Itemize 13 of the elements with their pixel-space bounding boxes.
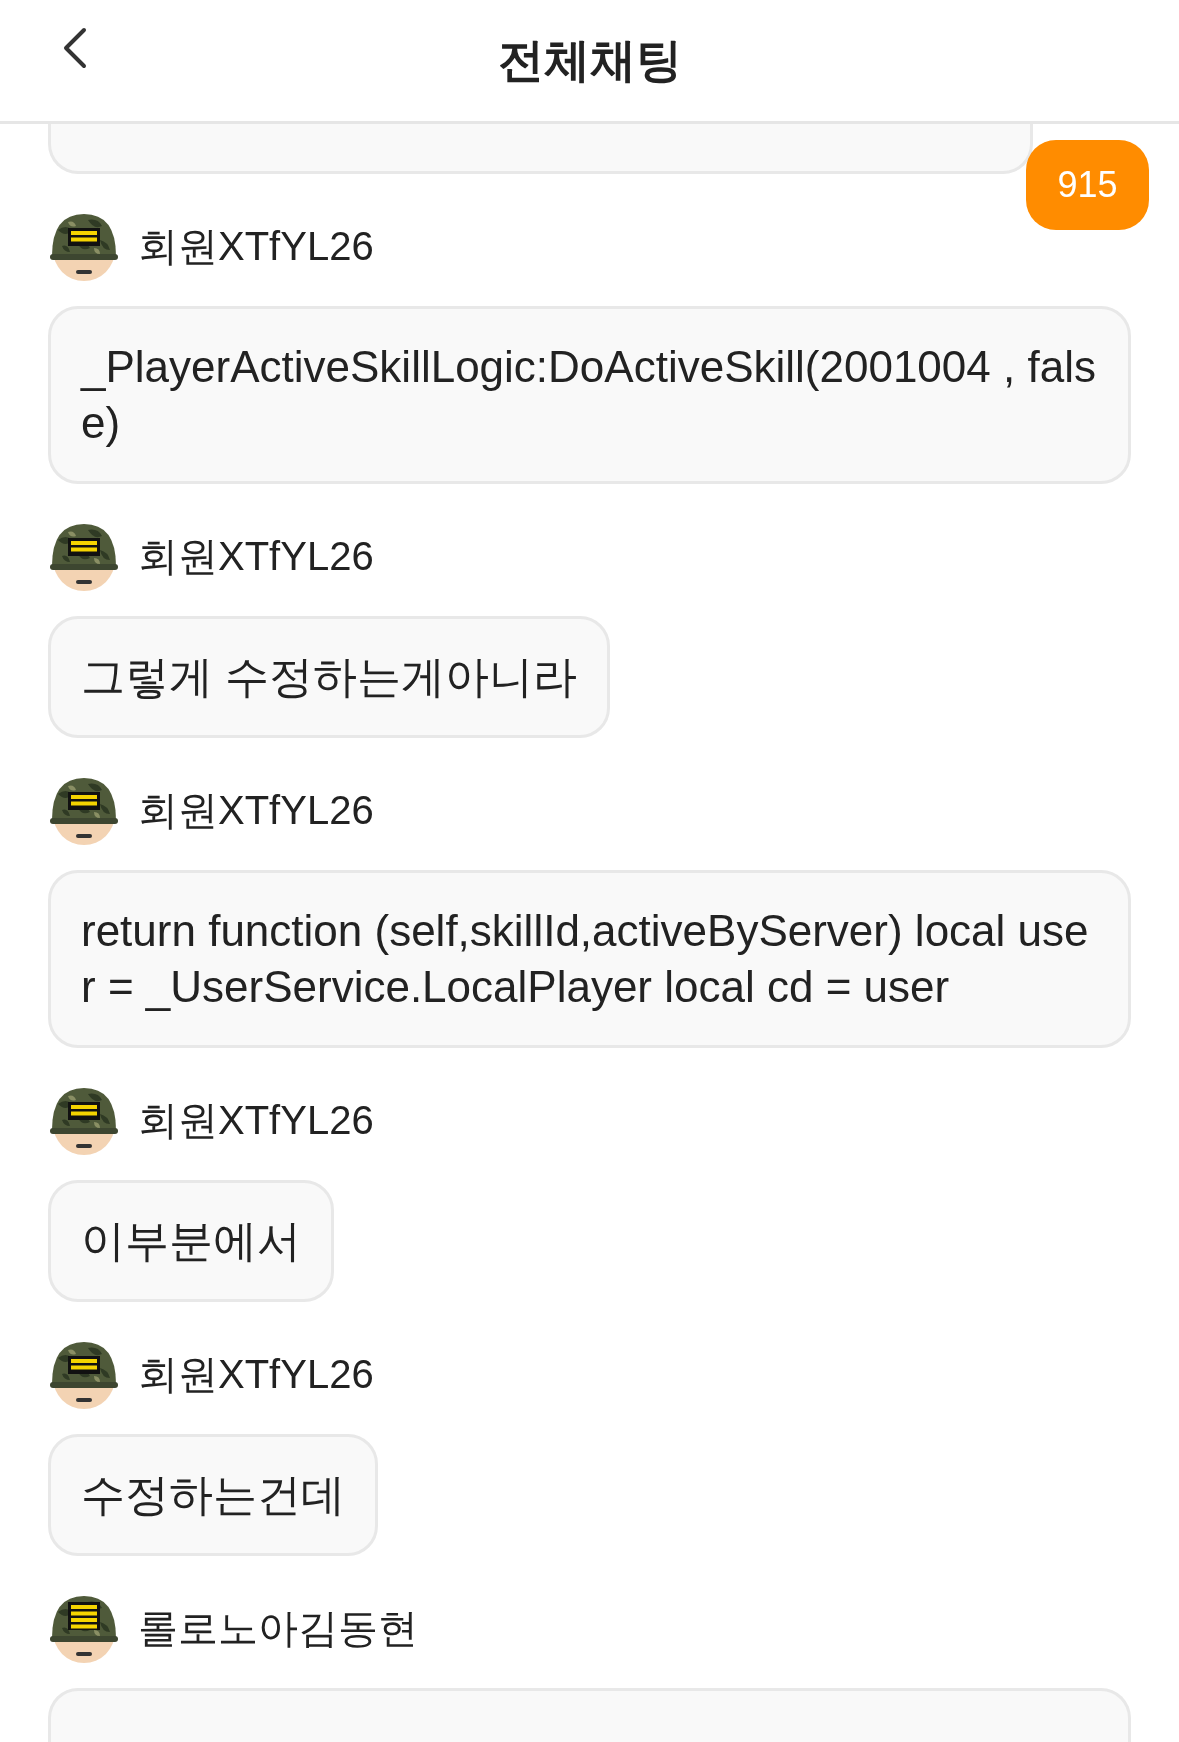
author-name: 회원XTfYL26: [138, 1350, 374, 1398]
author-name: 회원XTfYL26: [138, 786, 374, 834]
author-name: 롤로노아김동현: [138, 1604, 418, 1652]
author-name: 회원XTfYL26: [138, 532, 374, 580]
message-bubble: return function (self,skillId,activeByServer) local user = _UserService.LocalPlayer local cd = user: [48, 870, 1131, 1048]
unread-count-badge[interactable]: 915: [1026, 140, 1149, 230]
author-name: 회원XTfYL26: [138, 1096, 374, 1144]
message-bubble: _PlayerActiveSkillLogic:DoActiveSkill(2001004 , false): [48, 306, 1131, 484]
message-bubble: 이부분에서: [48, 1180, 334, 1302]
message-bubble: 수정하는건데: [48, 1434, 378, 1556]
author-name: 회원XTfYL26: [138, 222, 374, 270]
message-bubble: 그렇게 수정하는게아니라: [48, 616, 611, 738]
chat-title: 전체채팅: [497, 32, 682, 88]
